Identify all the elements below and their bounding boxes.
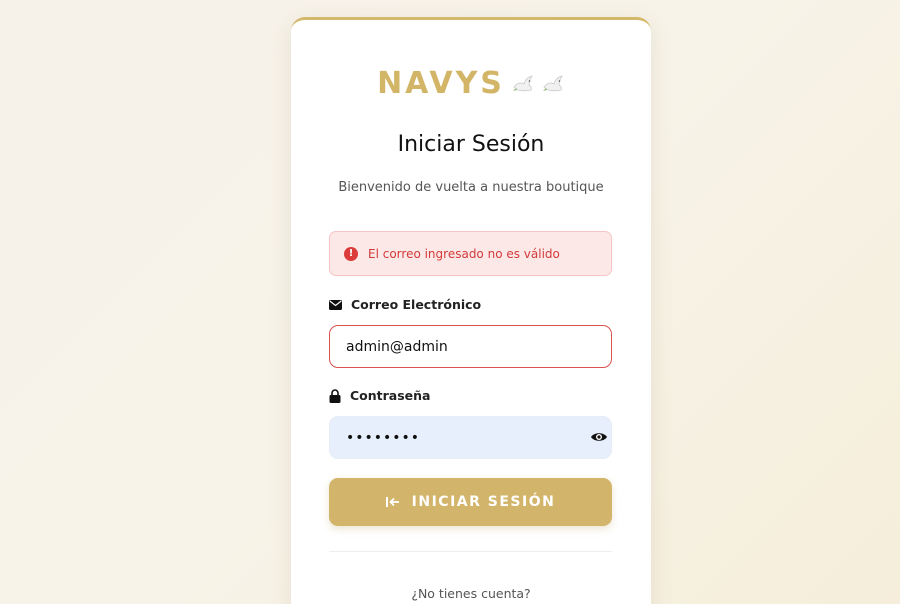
eye-icon[interactable] [590, 430, 608, 444]
email-label-text: Correo Electrónico [351, 297, 482, 312]
no-account-text: ¿No tienes cuenta? [411, 586, 531, 601]
error-alert: ! El correo ingresado no es válido [329, 231, 612, 276]
login-button-label: INICIAR SESIÓN [411, 494, 556, 510]
dove-icon [512, 74, 533, 91]
brand: NAVYS [291, 66, 651, 101]
page-subtitle: Bienvenido de vuelta a nuestra boutique [338, 180, 604, 195]
password-field[interactable] [329, 416, 612, 459]
error-icon: ! [344, 246, 358, 261]
login-card: NAVYS Iniciar Sesión Bienvenido de vuelt… [291, 17, 651, 604]
email-label: Correo Electrónico [329, 297, 481, 312]
lock-icon [329, 388, 341, 403]
login-button[interactable]: INICIAR SESIÓN [329, 478, 612, 526]
password-label: Contraseña [329, 388, 431, 403]
sign-in-icon [385, 497, 399, 507]
error-message: El correo ingresado no es válido [368, 246, 560, 261]
page-title: Iniciar Sesión [397, 132, 545, 157]
brand-logo: NAVYS [377, 66, 505, 101]
envelope-icon [329, 299, 342, 310]
dove-icon [542, 74, 563, 91]
password-label-text: Contraseña [350, 388, 431, 403]
email-field[interactable] [329, 325, 612, 368]
divider [329, 551, 612, 552]
